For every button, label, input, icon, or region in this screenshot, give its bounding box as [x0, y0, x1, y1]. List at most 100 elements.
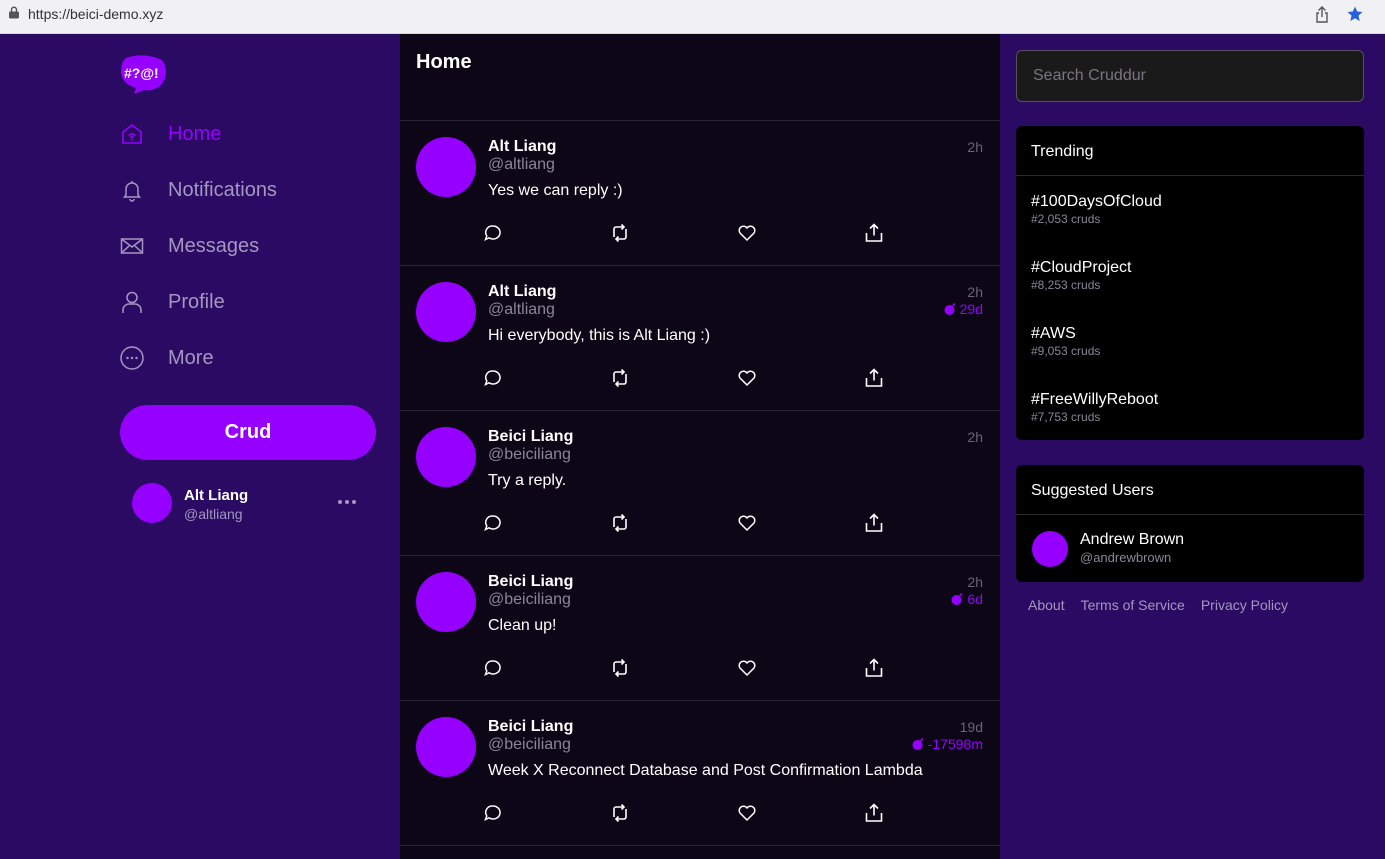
- search-input[interactable]: [1016, 50, 1364, 102]
- repost-button[interactable]: [609, 802, 631, 824]
- avatar[interactable]: [416, 137, 476, 197]
- crud-button[interactable]: Crud: [120, 405, 376, 460]
- activity-handle[interactable]: @beiciliang: [488, 446, 571, 464]
- trending-count: #9,053 cruds: [1031, 344, 1101, 358]
- share-button[interactable]: [863, 802, 885, 824]
- terms-link[interactable]: Terms of Service: [1081, 597, 1185, 613]
- trending-item[interactable]: #FreeWillyReboot #7,753 cruds: [1016, 374, 1364, 440]
- activity-display-name[interactable]: Beici Liang: [488, 428, 573, 446]
- trending-tag: #AWS: [1031, 325, 1076, 342]
- profile-handle: @altliang: [184, 506, 243, 522]
- share-icon[interactable]: [1314, 6, 1330, 24]
- avatar[interactable]: [416, 717, 476, 777]
- lock-icon: [9, 6, 19, 19]
- nav-more[interactable]: More: [120, 338, 380, 378]
- activity-item[interactable]: Beici Liang @beiciliang Week X Reconnect D…: [400, 701, 1000, 846]
- activity-item[interactable]: Beici Liang @beiciliang Try a reply. 2h: [400, 411, 1000, 556]
- share-icon: [864, 223, 884, 243]
- like-button[interactable]: [736, 367, 758, 389]
- bomb-icon: [951, 592, 963, 605]
- avatar: [132, 483, 172, 523]
- activity-display-name[interactable]: Alt Liang: [488, 283, 556, 301]
- address-bar[interactable]: [8, 4, 1377, 29]
- avatar[interactable]: [416, 427, 476, 487]
- ellipsis-icon[interactable]: [336, 493, 358, 511]
- about-link[interactable]: About: [1028, 597, 1065, 613]
- heart-icon: [737, 368, 757, 388]
- nav-home-label: Home: [168, 122, 222, 145]
- reply-icon: [483, 368, 503, 388]
- trending-item[interactable]: #100DaysOfCloud #2,053 cruds: [1016, 176, 1364, 242]
- like-button[interactable]: [736, 802, 758, 824]
- activity-display-name[interactable]: Beici Liang: [488, 573, 573, 591]
- browser-toolbar: https://beici-demo.xyz: [0, 0, 1385, 34]
- reply-button[interactable]: [482, 802, 504, 824]
- trending-tag: #100DaysOfCloud: [1031, 193, 1162, 210]
- trending-item[interactable]: #CloudProject #8,253 cruds: [1016, 242, 1364, 308]
- activity-message: Yes we can reply :): [488, 182, 623, 199]
- repost-button[interactable]: [609, 657, 631, 679]
- activity-handle[interactable]: @beiciliang: [488, 736, 571, 754]
- right-sidebar: Trending #100DaysOfCloud #2,053 cruds #Clo…: [1000, 34, 1385, 859]
- expires-text: -17598m: [927, 736, 983, 752]
- activity-item[interactable]: Alt Liang @altliang Hi everybody, this is …: [400, 266, 1000, 411]
- profile-name: Alt Liang: [184, 487, 249, 504]
- repost-button[interactable]: [609, 512, 631, 534]
- activity-item[interactable]: Alt Liang @altliang Yes we can reply :) 2h: [400, 121, 1000, 266]
- share-button[interactable]: [863, 222, 885, 244]
- nav-profile-label: Profile: [168, 290, 225, 313]
- activity-expires: -17598m: [911, 736, 983, 752]
- repost-button[interactable]: [609, 367, 631, 389]
- privacy-link[interactable]: Privacy Policy: [1201, 597, 1288, 613]
- url-text[interactable]: https://beici-demo.xyz: [28, 6, 163, 22]
- like-button[interactable]: [736, 657, 758, 679]
- activity-expires: 6d: [950, 591, 983, 607]
- nav-profile[interactable]: Profile: [120, 282, 380, 322]
- heart-icon: [737, 803, 757, 823]
- nav-notifications[interactable]: Notifications: [120, 170, 380, 210]
- bell-icon: [120, 178, 144, 202]
- reply-button[interactable]: [482, 367, 504, 389]
- activity-display-name[interactable]: Beici Liang: [488, 718, 573, 736]
- reply-button[interactable]: [482, 657, 504, 679]
- nav-messages[interactable]: Messages: [120, 226, 380, 266]
- activity-item[interactable]: Beici Liang @beiciliang Clean up! 2h 6d: [400, 556, 1000, 701]
- bookmark-star-icon[interactable]: [1346, 5, 1364, 23]
- activity-handle[interactable]: @altliang: [488, 156, 555, 174]
- activity-message: Hi everybody, this is Alt Liang :): [488, 327, 711, 344]
- reply-icon: [483, 513, 503, 533]
- profile-card[interactable]: Alt Liang @altliang: [132, 483, 372, 525]
- reply-button[interactable]: [482, 512, 504, 534]
- activity-message: Week X Reconnect Database and Post Confi…: [488, 762, 923, 779]
- suggested-users-box: Suggested Users Andrew Brown @andrewbrown: [1016, 465, 1364, 582]
- share-button[interactable]: [863, 367, 885, 389]
- share-button[interactable]: [863, 657, 885, 679]
- cruddur-logo[interactable]: #?@!: [120, 54, 168, 94]
- like-button[interactable]: [736, 512, 758, 534]
- trending-count: #8,253 cruds: [1031, 278, 1101, 292]
- share-button[interactable]: [863, 512, 885, 534]
- activity-time: 2h: [967, 429, 983, 445]
- repost-button[interactable]: [609, 222, 631, 244]
- trending-box: Trending #100DaysOfCloud #2,053 cruds #Clo…: [1016, 126, 1364, 440]
- left-sidebar: #?@! Home Notifications Messages Profile…: [0, 34, 400, 859]
- activity-handle[interactable]: @beiciliang: [488, 591, 571, 609]
- avatar[interactable]: [416, 282, 476, 342]
- suggested-user[interactable]: Andrew Brown @andrewbrown: [1016, 515, 1364, 582]
- activity-message: Clean up!: [488, 617, 557, 634]
- repost-icon: [610, 513, 630, 533]
- activity-handle[interactable]: @altliang: [488, 301, 555, 319]
- trending-count: #2,053 cruds: [1031, 212, 1101, 226]
- trending-item[interactable]: #AWS #9,053 cruds: [1016, 308, 1364, 374]
- like-button[interactable]: [736, 222, 758, 244]
- activity-display-name[interactable]: Alt Liang: [488, 138, 556, 156]
- trending-tag: #FreeWillyReboot: [1031, 391, 1159, 408]
- reply-button[interactable]: [482, 222, 504, 244]
- bomb-icon: [944, 302, 956, 315]
- reply-icon: [483, 223, 503, 243]
- avatar[interactable]: [416, 572, 476, 632]
- nav-home[interactable]: Home: [120, 114, 380, 154]
- user-icon: [120, 290, 144, 314]
- repost-icon: [610, 803, 630, 823]
- nav-messages-label: Messages: [168, 234, 260, 257]
